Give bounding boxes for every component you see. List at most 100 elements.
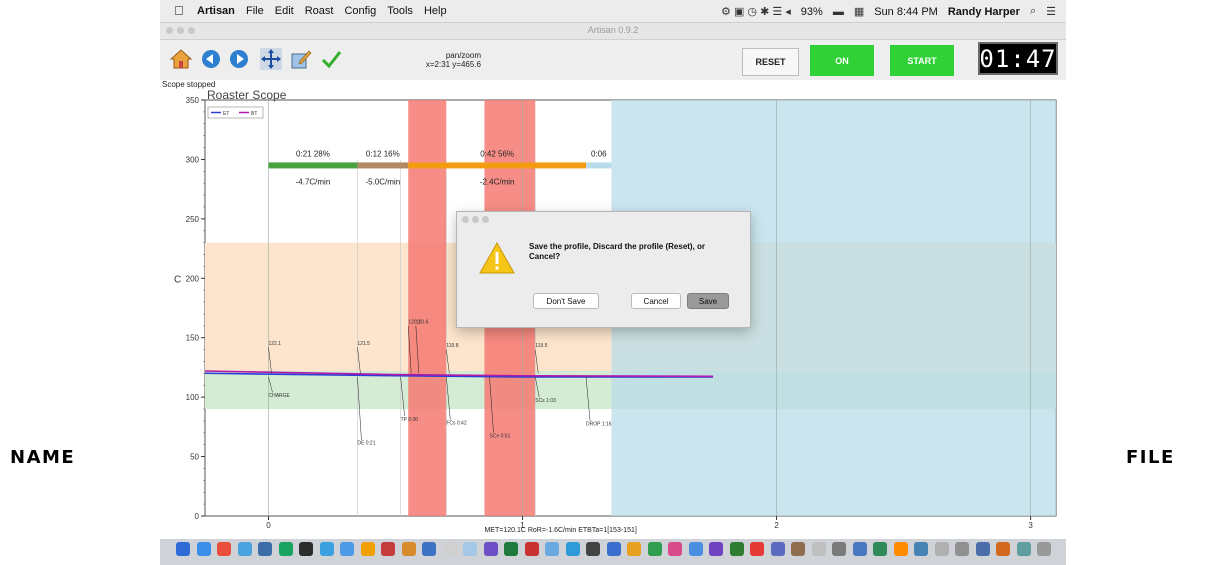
- value-annotation: 122.1: [269, 341, 282, 347]
- dock-app-icon[interactable]: [1037, 542, 1051, 556]
- dock-app-icon[interactable]: [647, 542, 662, 556]
- event-annotation: DROP 1:16: [586, 422, 612, 428]
- dock-app-icon[interactable]: [545, 542, 559, 556]
- menu-list: File Edit Roast Config Tools Help: [246, 5, 447, 17]
- dock-app-icon[interactable]: [606, 542, 621, 556]
- dock-app-icon[interactable]: [811, 542, 826, 556]
- notification-center-icon[interactable]: ☰: [1046, 5, 1056, 18]
- menu-roast[interactable]: Roast: [305, 5, 334, 17]
- dock-app-icon[interactable]: [955, 542, 969, 556]
- x-tick-label: 0: [266, 521, 271, 530]
- calendar-icon[interactable]: ▦: [854, 5, 864, 18]
- menu-clock[interactable]: Sun 8:44 PM: [874, 6, 938, 18]
- dock-app-icon[interactable]: [278, 542, 293, 556]
- dock-app-icon[interactable]: [750, 542, 764, 556]
- y-tick-label: 50: [190, 453, 199, 462]
- dialog-message: Save the profile, Discard the profile (R…: [529, 242, 706, 261]
- y-tick-label: 300: [186, 155, 200, 164]
- dock-app-icon[interactable]: [627, 542, 641, 556]
- start-button[interactable]: START: [890, 45, 954, 76]
- phase-time: 0:21 28%: [296, 149, 330, 158]
- dock-app-icon[interactable]: [729, 542, 744, 556]
- dock-app-icon[interactable]: [258, 542, 272, 556]
- battery-icon[interactable]: ▬: [833, 6, 844, 18]
- dock-app-icon[interactable]: [852, 542, 867, 556]
- edit-icon[interactable]: [290, 48, 312, 70]
- x-tick-label: 2: [774, 521, 779, 530]
- phase-time: 0:42 56%: [480, 149, 514, 158]
- back-icon[interactable]: [200, 48, 222, 70]
- dock-app-icon[interactable]: [914, 542, 928, 556]
- legend-label: BT: [251, 111, 257, 117]
- screenshot:  Artisan File Edit Roast Config Tools H…: [160, 0, 1066, 565]
- dock-app-icon[interactable]: [381, 542, 395, 556]
- menu-tools[interactable]: Tools: [387, 5, 413, 17]
- dock-app-icon[interactable]: [709, 542, 723, 556]
- menu-help[interactable]: Help: [424, 5, 447, 17]
- battery-percent[interactable]: 93%: [801, 6, 823, 18]
- dock-app-icon[interactable]: [237, 542, 252, 556]
- reset-button[interactable]: RESET: [742, 48, 799, 76]
- menu-bar:  Artisan File Edit Roast Config Tools H…: [160, 0, 1066, 23]
- y-tick-label: 250: [186, 215, 200, 224]
- dock-app-icon[interactable]: [934, 542, 949, 556]
- dock-app-icon[interactable]: [524, 542, 539, 556]
- dock-app-icon[interactable]: [401, 542, 416, 556]
- check-icon[interactable]: [320, 48, 342, 70]
- menu-user[interactable]: Randy Harper: [948, 6, 1020, 18]
- dock-app-icon[interactable]: [1016, 542, 1031, 556]
- phase-bar: [357, 162, 409, 169]
- event-annotation: SCe 0:51: [490, 434, 511, 440]
- status-icons[interactable]: ⚙ ▣ ◷ ✱ ☰ ◂: [721, 5, 791, 18]
- dock-app-icon[interactable]: [483, 542, 498, 556]
- dock-app-icon[interactable]: [176, 542, 190, 556]
- dock-app-icon[interactable]: [996, 542, 1010, 556]
- panzoom-label: pan/zoom: [445, 51, 481, 60]
- dock-app-icon[interactable]: [975, 542, 990, 556]
- crack-zone: [408, 100, 447, 516]
- dock-app-icon[interactable]: [196, 542, 211, 556]
- cancel-button[interactable]: Cancel: [631, 293, 681, 309]
- menu-config[interactable]: Config: [344, 5, 376, 17]
- pan-icon[interactable]: [260, 48, 282, 70]
- save-button[interactable]: Save: [687, 293, 729, 309]
- dock-app-icon[interactable]: [893, 542, 908, 556]
- dock-app-icon[interactable]: [586, 542, 600, 556]
- dock-app-icon[interactable]: [668, 542, 682, 556]
- dock-app-icon[interactable]: [688, 542, 703, 556]
- window-titlebar: Artisan 0.9.2: [160, 23, 1066, 40]
- dock-app-icon[interactable]: [832, 542, 846, 556]
- event-annotation: TP 0:30: [401, 417, 419, 423]
- phase-ror: -5.0C/min: [365, 177, 400, 186]
- menu-file[interactable]: File: [246, 5, 264, 17]
- dock-app-icon[interactable]: [217, 542, 231, 556]
- spotlight-icon[interactable]: ⌕: [1030, 5, 1036, 18]
- dock-app-icon[interactable]: [565, 542, 580, 556]
- dialog-close-button[interactable]: [462, 216, 469, 223]
- legend-label: ET: [223, 111, 229, 117]
- menu-edit[interactable]: Edit: [275, 5, 294, 17]
- dock-app-icon[interactable]: [422, 542, 436, 556]
- dock-app-icon[interactable]: [340, 542, 354, 556]
- home-icon[interactable]: [170, 48, 192, 70]
- menu-app-name[interactable]: Artisan: [197, 5, 235, 17]
- value-annotation: 120.6: [416, 319, 429, 325]
- dock-app-icon[interactable]: [770, 542, 785, 556]
- dock-app-icon[interactable]: [791, 542, 805, 556]
- dock-app-icon[interactable]: [463, 542, 477, 556]
- phase-bar: [408, 162, 587, 169]
- forward-icon[interactable]: [228, 48, 250, 70]
- dont-save-button[interactable]: Don't Save: [533, 293, 599, 309]
- dock-app-icon[interactable]: [319, 542, 334, 556]
- y-tick-label: 100: [186, 393, 200, 402]
- dock-app-icon[interactable]: [873, 542, 887, 556]
- on-button[interactable]: ON: [810, 45, 874, 76]
- dock-app-icon[interactable]: [360, 542, 375, 556]
- dock-app-icon[interactable]: [442, 542, 457, 556]
- value-annotation: 121.5: [357, 341, 370, 347]
- event-annotation: FCs 0:42: [446, 420, 467, 426]
- apple-icon[interactable]: : [174, 3, 184, 18]
- y-axis-label: C: [174, 274, 181, 285]
- dock-app-icon[interactable]: [299, 542, 313, 556]
- dock-app-icon[interactable]: [504, 542, 518, 556]
